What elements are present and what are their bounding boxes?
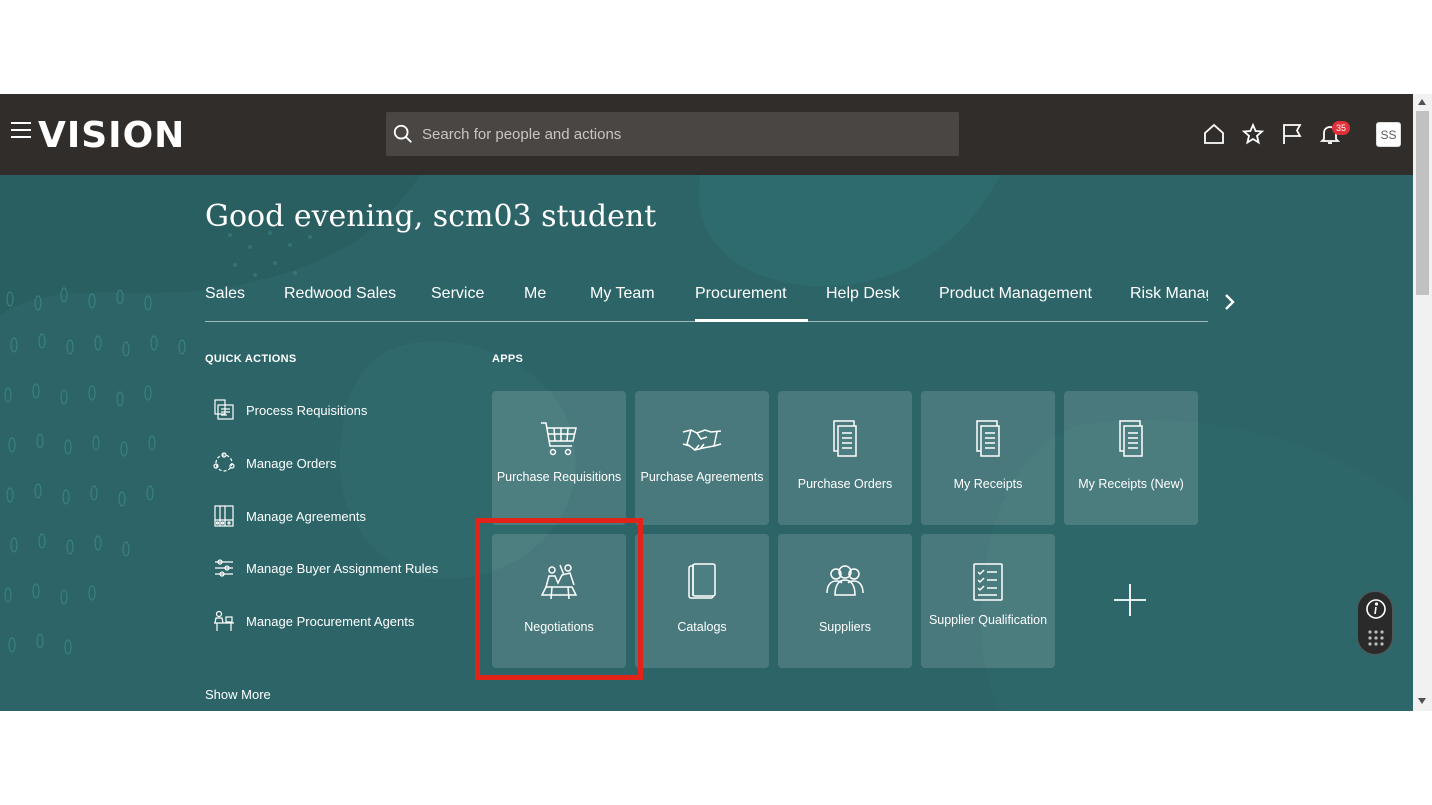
- tab-procurement[interactable]: Procurement: [695, 285, 808, 322]
- document-stack-icon: [976, 420, 1000, 457]
- app-tile-label: Catalogs: [677, 620, 727, 634]
- requisitions-icon: [214, 399, 234, 420]
- app-frame: VISION 35 SS: [0, 94, 1432, 711]
- global-header: VISION 35 SS: [0, 94, 1413, 175]
- quick-action-label: Process Requisitions: [246, 402, 368, 418]
- document-stack-icon: [1119, 420, 1143, 457]
- apps-title: APPS: [492, 353, 524, 365]
- quick-actions-title: QUICK ACTIONS: [205, 353, 297, 365]
- quick-action-manage-agreements[interactable]: Manage Agreements: [212, 503, 366, 529]
- agent-desk-icon: [214, 610, 234, 631]
- search-icon: [393, 124, 412, 143]
- quick-action-label: Manage Agreements: [246, 508, 366, 524]
- tab-product-management[interactable]: Product Management: [939, 285, 1092, 303]
- add-app-icon[interactable]: [1110, 580, 1150, 620]
- app-tile-label: Purchase Agreements: [640, 470, 764, 484]
- springboard: Good evening, scm03 student Sales Redwoo…: [0, 175, 1413, 711]
- help-assistant-widget[interactable]: [1357, 591, 1393, 655]
- app-tile-catalogs[interactable]: Catalogs: [635, 534, 769, 668]
- app-tile-label: Purchase Orders: [797, 477, 893, 491]
- app-tile-my-receipts[interactable]: My Receipts: [921, 391, 1055, 525]
- document-stack-icon: [833, 420, 857, 457]
- scrollbar-thumb[interactable]: [1416, 111, 1429, 295]
- tab-my-team[interactable]: My Team: [590, 285, 655, 303]
- grid-dots-icon: [1368, 630, 1384, 646]
- app-tile-purchase-orders[interactable]: Purchase Orders: [778, 391, 912, 525]
- tab-risk-management[interactable]: Risk Management: [1130, 285, 1208, 303]
- app-tile-label: My Receipts (New): [1078, 477, 1184, 491]
- checklist-icon: [973, 563, 1003, 601]
- handshake-icon: [682, 429, 722, 451]
- orders-cycle-icon: [213, 452, 235, 472]
- springboard-tabs: Sales Redwood Sales Service Me My Team P…: [205, 285, 1208, 322]
- app-tile-label: Purchase Requisitions: [496, 470, 622, 484]
- catalog-book-icon: [688, 563, 716, 599]
- chevron-right-icon[interactable]: [1222, 292, 1238, 312]
- app-tile-label: Supplier Qualification: [928, 613, 1048, 627]
- home-icon[interactable]: [1202, 122, 1226, 146]
- app-tile-my-receipts-new[interactable]: My Receipts (New): [1064, 391, 1198, 525]
- watchlist-flag-icon[interactable]: [1280, 122, 1304, 146]
- people-group-icon: [826, 565, 864, 596]
- quick-action-process-requisitions[interactable]: Process Requisitions: [212, 397, 367, 423]
- show-more-link[interactable]: Show More: [205, 687, 271, 702]
- notifications-count-badge: 35: [1332, 121, 1351, 135]
- scroll-up-arrow[interactable]: [1418, 99, 1426, 105]
- tab-service[interactable]: Service: [431, 285, 484, 303]
- global-search-bar[interactable]: [386, 112, 959, 156]
- search-input[interactable]: [422, 125, 942, 143]
- tab-redwood-sales[interactable]: Redwood Sales: [284, 285, 396, 303]
- app-logo: VISION: [38, 115, 186, 156]
- page-scrollbar[interactable]: [1413, 94, 1432, 711]
- app-tile-purchase-requisitions[interactable]: Purchase Requisitions: [492, 391, 626, 525]
- app-tile-label: My Receipts: [953, 477, 1023, 491]
- app-tile-supplier-qualification[interactable]: Supplier Qualification: [921, 534, 1055, 668]
- shopping-cart-icon: [541, 422, 577, 456]
- quick-action-manage-orders[interactable]: Manage Orders: [212, 450, 336, 476]
- user-avatar[interactable]: SS: [1376, 122, 1401, 147]
- quick-action-manage-procurement-agents[interactable]: Manage Procurement Agents: [212, 608, 414, 634]
- quick-action-label: Manage Orders: [246, 455, 337, 471]
- agreements-binder-icon: [214, 505, 234, 527]
- rules-sliders-icon: [215, 559, 233, 577]
- app-tile-suppliers[interactable]: Suppliers: [778, 534, 912, 668]
- info-icon: [1366, 599, 1386, 619]
- tab-help-desk[interactable]: Help Desk: [826, 285, 900, 303]
- greeting-heading: Good evening, scm03 student: [205, 199, 657, 234]
- quick-action-manage-buyer-assignment-rules[interactable]: Manage Buyer Assignment Rules: [212, 555, 438, 581]
- tab-sales[interactable]: Sales: [205, 285, 245, 303]
- highlight-annotation-box: [475, 518, 643, 680]
- app-tile-label: Suppliers: [818, 620, 872, 634]
- tab-me[interactable]: Me: [524, 285, 546, 303]
- scroll-down-arrow[interactable]: [1418, 698, 1426, 704]
- navigator-menu-button[interactable]: [11, 122, 31, 138]
- app-tile-purchase-agreements[interactable]: Purchase Agreements: [635, 391, 769, 525]
- quick-action-label: Manage Buyer Assignment Rules: [246, 560, 439, 576]
- favorites-star-icon[interactable]: [1241, 122, 1265, 146]
- quick-action-label: Manage Procurement Agents: [246, 613, 415, 629]
